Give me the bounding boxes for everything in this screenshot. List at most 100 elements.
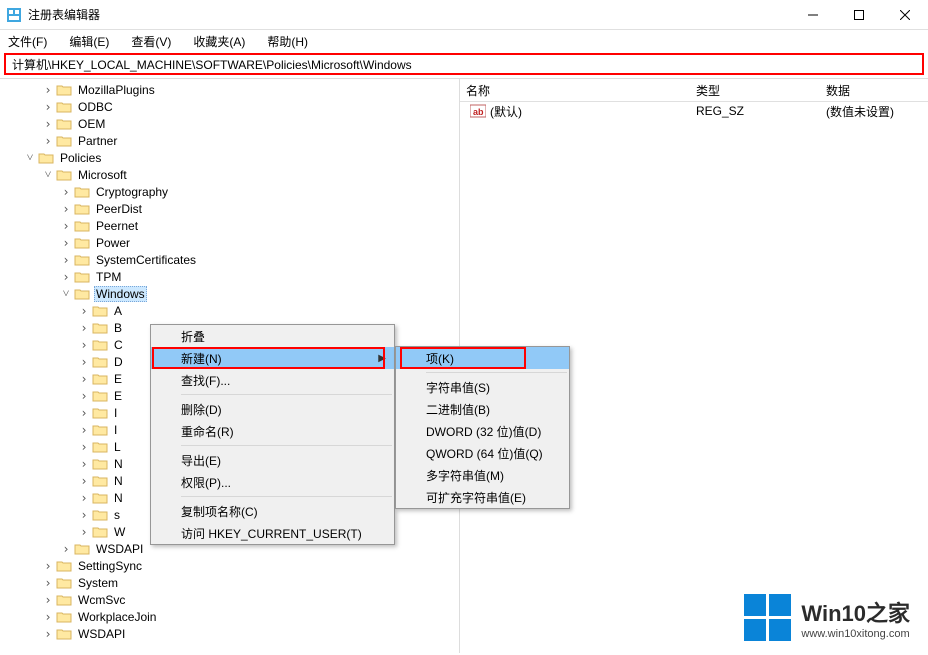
folder-icon xyxy=(92,423,108,437)
menu-file[interactable]: 文件(F) xyxy=(4,31,51,52)
tree-toggle-icon[interactable]: › xyxy=(40,610,56,624)
tree-toggle-icon[interactable]: › xyxy=(58,542,74,556)
sub-expand[interactable]: 可扩充字符串值(E) xyxy=(396,486,569,508)
tree-item[interactable]: ˅ Microsoft xyxy=(0,166,459,183)
tree-item[interactable]: › Peernet xyxy=(0,217,459,234)
ctx-permissions[interactable]: 权限(P)... xyxy=(151,471,394,493)
tree-item[interactable]: › MozillaPlugins xyxy=(0,81,459,98)
ctx-copy-key-name[interactable]: 复制项名称(C) xyxy=(151,500,394,522)
folder-icon xyxy=(56,117,72,131)
tree-toggle-icon[interactable]: ˅ xyxy=(58,286,74,301)
close-button[interactable] xyxy=(882,0,928,29)
context-menu[interactable]: 折叠 新建(N)▶ 查找(F)... 删除(D) 重命名(R) 导出(E) 权限… xyxy=(150,324,395,545)
tree-toggle-icon[interactable]: › xyxy=(76,389,92,403)
submenu-new[interactable]: 项(K) 字符串值(S) 二进制值(B) DWORD (32 位)值(D) QW… xyxy=(395,346,570,509)
ctx-find[interactable]: 查找(F)... xyxy=(151,369,394,391)
folder-icon xyxy=(56,576,72,590)
value-row[interactable]: ab (默认) REG_SZ (数值未设置) xyxy=(460,102,928,120)
tree-item[interactable]: › WSDAPI xyxy=(0,625,459,642)
col-type[interactable]: 类型 xyxy=(690,79,820,101)
tree-item[interactable]: › SystemCertificates xyxy=(0,251,459,268)
tree-label: WSDAPI xyxy=(76,627,127,641)
menu-help[interactable]: 帮助(H) xyxy=(263,31,312,52)
tree-item[interactable]: › PeerDist xyxy=(0,200,459,217)
tree-label: Windows xyxy=(94,286,147,302)
tree-toggle-icon[interactable]: › xyxy=(58,253,74,267)
tree-toggle-icon[interactable]: ˅ xyxy=(40,167,56,182)
sub-binary[interactable]: 二进制值(B) xyxy=(396,398,569,420)
tree-label: PeerDist xyxy=(94,202,144,216)
folder-icon xyxy=(56,593,72,607)
sub-string[interactable]: 字符串值(S) xyxy=(396,376,569,398)
tree-toggle-icon[interactable]: › xyxy=(58,236,74,250)
tree-toggle-icon[interactable]: › xyxy=(76,508,92,522)
tree-toggle-icon[interactable]: › xyxy=(76,304,92,318)
col-name[interactable]: 名称 xyxy=(460,79,690,101)
tree-item[interactable]: › System xyxy=(0,574,459,591)
windows-logo-icon xyxy=(744,594,791,641)
ctx-export[interactable]: 导出(E) xyxy=(151,449,394,471)
ctx-new[interactable]: 新建(N)▶ xyxy=(151,347,394,369)
tree-toggle-icon[interactable]: › xyxy=(40,627,56,641)
maximize-button[interactable] xyxy=(836,0,882,29)
minimize-button[interactable] xyxy=(790,0,836,29)
tree-label: SystemCertificates xyxy=(94,253,198,267)
tree-label: C xyxy=(112,338,125,352)
address-bar[interactable] xyxy=(4,53,924,75)
tree-item[interactable]: › ODBC xyxy=(0,98,459,115)
sub-qword[interactable]: QWORD (64 位)值(Q) xyxy=(396,442,569,464)
tree-toggle-icon[interactable]: › xyxy=(58,219,74,233)
tree-toggle-icon[interactable]: › xyxy=(76,338,92,352)
ctx-delete[interactable]: 删除(D) xyxy=(151,398,394,420)
tree-label: s xyxy=(112,508,122,522)
tree-toggle-icon[interactable]: › xyxy=(40,593,56,607)
tree-toggle-icon[interactable]: › xyxy=(76,440,92,454)
tree-toggle-icon[interactable]: › xyxy=(40,134,56,148)
tree-toggle-icon[interactable]: › xyxy=(76,406,92,420)
tree-toggle-icon[interactable]: › xyxy=(40,100,56,114)
tree-item[interactable]: › Partner xyxy=(0,132,459,149)
tree-toggle-icon[interactable]: › xyxy=(40,576,56,590)
tree-toggle-icon[interactable]: › xyxy=(76,491,92,505)
sub-key[interactable]: 项(K) xyxy=(396,347,569,369)
tree-toggle-icon[interactable]: › xyxy=(58,185,74,199)
tree-toggle-icon[interactable]: › xyxy=(76,355,92,369)
menu-view[interactable]: 查看(V) xyxy=(127,31,175,52)
tree-item[interactable]: › WcmSvc xyxy=(0,591,459,608)
tree-item[interactable]: › OEM xyxy=(0,115,459,132)
folder-icon xyxy=(92,474,108,488)
tree-item[interactable]: › Cryptography xyxy=(0,183,459,200)
tree-toggle-icon[interactable]: › xyxy=(58,270,74,284)
tree-label: WcmSvc xyxy=(76,593,127,607)
menu-favorites[interactable]: 收藏夹(A) xyxy=(189,31,249,52)
ctx-collapse[interactable]: 折叠 xyxy=(151,325,394,347)
tree-toggle-icon[interactable]: › xyxy=(76,372,92,386)
folder-icon xyxy=(92,508,108,522)
tree-item[interactable]: › Power xyxy=(0,234,459,251)
tree-item[interactable]: › A xyxy=(0,302,459,319)
tree-toggle-icon[interactable]: › xyxy=(40,83,56,97)
tree-item[interactable]: › SettingSync xyxy=(0,557,459,574)
tree-toggle-icon[interactable]: › xyxy=(76,321,92,335)
tree-item[interactable]: ˅ Policies xyxy=(0,149,459,166)
tree-toggle-icon[interactable]: › xyxy=(76,457,92,471)
tree-item[interactable]: › WorkplaceJoin xyxy=(0,608,459,625)
sub-dword[interactable]: DWORD (32 位)值(D) xyxy=(396,420,569,442)
tree-item[interactable]: ˅ Windows xyxy=(0,285,459,302)
tree-toggle-icon[interactable]: ˅ xyxy=(22,150,38,165)
col-data[interactable]: 数据 xyxy=(820,79,856,101)
ctx-goto-hkcu[interactable]: 访问 HKEY_CURRENT_USER(T) xyxy=(151,522,394,544)
tree-toggle-icon[interactable]: › xyxy=(40,117,56,131)
tree-item[interactable]: › TPM xyxy=(0,268,459,285)
tree-toggle-icon[interactable]: › xyxy=(76,423,92,437)
tree-toggle-icon[interactable]: › xyxy=(40,559,56,573)
menu-edit[interactable]: 编辑(E) xyxy=(65,31,113,52)
folder-icon xyxy=(92,406,108,420)
tree-toggle-icon[interactable]: › xyxy=(58,202,74,216)
tree-toggle-icon[interactable]: › xyxy=(76,474,92,488)
folder-icon xyxy=(92,355,108,369)
sub-multi[interactable]: 多字符串值(M) xyxy=(396,464,569,486)
ctx-rename[interactable]: 重命名(R) xyxy=(151,420,394,442)
tree-toggle-icon[interactable]: › xyxy=(76,525,92,539)
address-input[interactable] xyxy=(10,56,918,72)
